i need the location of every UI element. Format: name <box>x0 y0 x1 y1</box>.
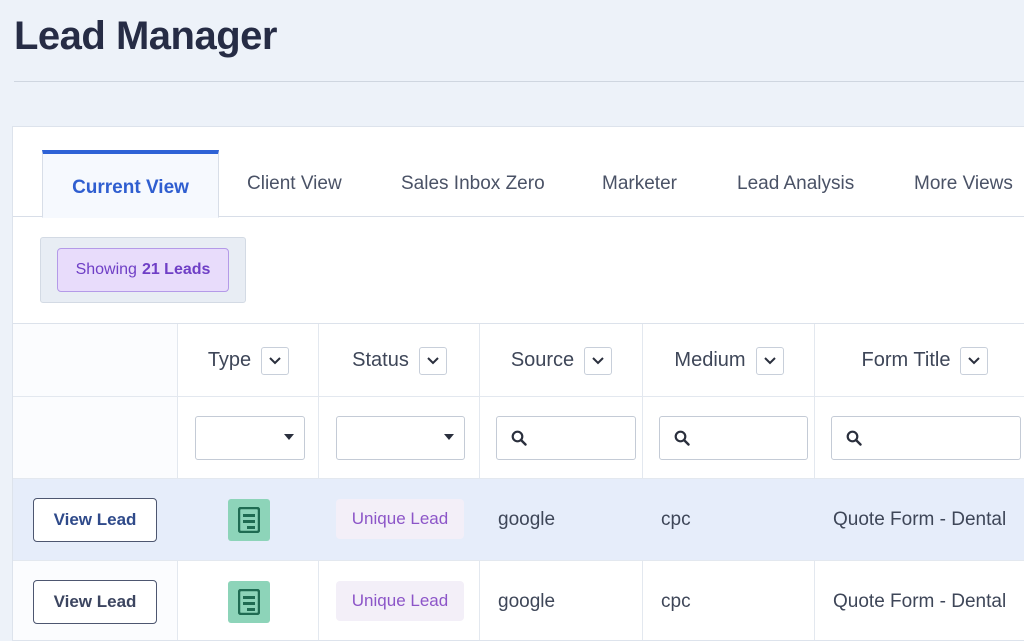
form-icon <box>228 581 270 623</box>
medium-cell: cpc <box>661 509 691 530</box>
status-filter-select[interactable] <box>336 416 465 460</box>
form-icon <box>228 499 270 541</box>
lead-count-value: 21 Leads <box>141 261 211 278</box>
chevron-down-icon[interactable] <box>755 346 784 375</box>
status-badge: Unique Lead <box>336 499 464 539</box>
table-row[interactable]: View Lead Unique Lead google cpc Quote F… <box>13 479 1024 561</box>
view-tabs: Current View Client View Sales Inbox Zer… <box>13 127 1024 218</box>
tab-marketer[interactable]: Marketer <box>602 150 677 218</box>
search-icon <box>511 430 527 446</box>
source-search-input[interactable] <box>496 416 636 460</box>
header-status[interactable]: Status <box>319 324 480 397</box>
chevron-down-icon[interactable] <box>960 346 989 375</box>
tab-sales-inbox-zero[interactable]: Sales Inbox Zero <box>401 150 545 218</box>
tab-more-views[interactable]: More Views <box>914 150 1013 218</box>
form-title-cell: Quote Form - Dental <box>833 509 1007 530</box>
medium-search-input[interactable] <box>659 416 808 460</box>
form-title-search-input[interactable] <box>831 416 1021 460</box>
type-filter-select[interactable] <box>195 416 305 460</box>
header-source[interactable]: Source <box>480 324 643 397</box>
search-icon <box>674 430 690 446</box>
caret-down-icon <box>444 434 454 440</box>
table-row[interactable]: View Lead Unique Lead google cpc Quote F… <box>13 561 1024 640</box>
header-medium-label: Medium <box>674 349 746 371</box>
lead-count-badge: Showing 21 Leads <box>57 248 229 292</box>
title-divider <box>14 81 1024 82</box>
lead-count-container: Showing 21 Leads <box>40 237 246 303</box>
view-lead-button[interactable]: View Lead <box>33 580 157 624</box>
chevron-down-icon[interactable] <box>261 346 290 375</box>
chevron-down-icon[interactable] <box>584 346 613 375</box>
page-title: Lead Manager <box>14 14 277 58</box>
header-type[interactable]: Type <box>178 324 319 397</box>
header-medium[interactable]: Medium <box>643 324 815 397</box>
header-source-label: Source <box>510 349 575 371</box>
leads-card: Current View Client View Sales Inbox Zer… <box>12 126 1024 641</box>
grid-filter-row <box>13 397 1024 479</box>
tab-current-view[interactable]: Current View <box>42 150 219 218</box>
tab-client-view[interactable]: Client View <box>247 150 342 218</box>
status-badge: Unique Lead <box>336 581 464 621</box>
header-type-label: Type <box>207 349 252 371</box>
source-cell: google <box>498 591 556 612</box>
caret-down-icon <box>284 434 294 440</box>
header-status-label: Status <box>352 349 409 371</box>
grid-header-row: Type Status Source Medium Form Title <box>13 324 1024 397</box>
tab-lead-analysis[interactable]: Lead Analysis <box>737 150 854 218</box>
medium-cell: cpc <box>661 591 691 612</box>
lead-count-prefix: Showing <box>75 261 137 278</box>
form-title-cell: Quote Form - Dental <box>833 591 1007 612</box>
header-form-title-label: Form Title <box>861 349 951 371</box>
source-cell: google <box>498 509 556 530</box>
leads-grid: Type Status Source Medium Form Title Vie… <box>13 323 1024 640</box>
view-lead-button[interactable]: View Lead <box>33 498 157 542</box>
header-form-title[interactable]: Form Title <box>815 324 1024 397</box>
search-icon <box>846 430 862 446</box>
chevron-down-icon[interactable] <box>418 346 447 375</box>
